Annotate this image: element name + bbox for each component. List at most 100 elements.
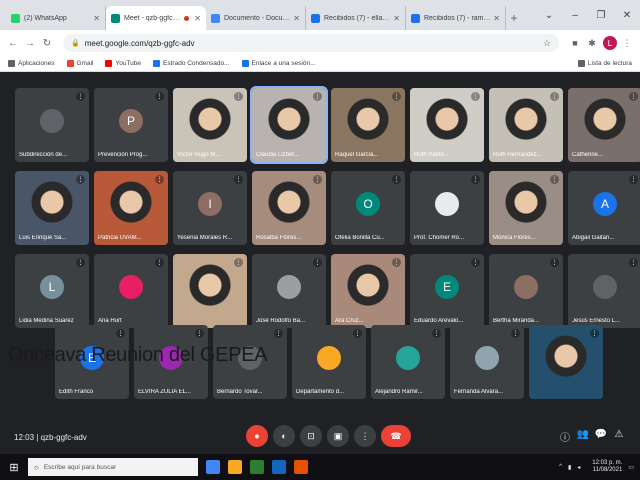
windows-start-icon[interactable]: ⊞ xyxy=(6,461,22,474)
participant-tile[interactable]: L ⋮ Lidia Medina Suarez xyxy=(15,254,89,328)
participant-tile[interactable]: ⋮ Jesús Ernesto L... xyxy=(568,254,640,328)
tile-options-icon[interactable]: ⋮ xyxy=(550,175,559,184)
bookmark-youtube[interactable]: YouTube xyxy=(105,60,141,67)
close-tab-icon[interactable]: ✕ xyxy=(93,14,100,23)
back-button[interactable]: ← xyxy=(6,38,20,49)
participant-tile[interactable]: ⋮ Ruth Hernández... xyxy=(489,88,563,162)
tile-options-icon[interactable]: ⋮ xyxy=(392,92,401,101)
captions-button[interactable]: ⊡ xyxy=(300,425,322,447)
tab-inbox-2[interactable]: Recibidos (7) - ramurai... ✕ xyxy=(406,6,506,30)
participant-tile[interactable]: ⋮ Víctor Hugo M... xyxy=(173,88,247,162)
tile-options-icon[interactable]: ⋮ xyxy=(234,175,243,184)
participant-tile[interactable]: O ⋮ Ofelia Bonilla Cu... xyxy=(331,171,405,245)
tile-options-icon[interactable]: ⋮ xyxy=(195,329,204,338)
tab-document[interactable]: Documento - Docum... ✕ xyxy=(206,6,306,30)
end-call-button[interactable]: ☎ xyxy=(381,425,411,447)
close-window-button[interactable]: ✕ xyxy=(614,10,640,21)
bookmark-enlace[interactable]: Enlace a una sesión... xyxy=(241,60,316,67)
powerpoint-icon[interactable] xyxy=(294,460,308,474)
tile-options-icon[interactable]: ⋮ xyxy=(353,329,362,338)
tile-options-icon[interactable]: ⋮ xyxy=(76,175,85,184)
close-tab-icon[interactable]: ✕ xyxy=(293,14,300,23)
tab-meet[interactable]: Meet - qzb-ggfc-adv ✕ xyxy=(106,6,206,30)
camera-permission-icon[interactable]: ■ xyxy=(568,38,582,48)
bookmark-star-icon[interactable]: ☆ xyxy=(543,38,551,49)
tray-clock[interactable]: 12:03 p. m. 11/08/2021 xyxy=(586,460,622,474)
microphone-button[interactable]: ● xyxy=(246,425,268,447)
tab-search-icon[interactable]: ⌄ xyxy=(536,10,562,21)
lock-icon[interactable]: 🔒 xyxy=(71,39,80,47)
close-tab-icon[interactable]: ✕ xyxy=(194,14,201,23)
minimize-button[interactable]: – xyxy=(562,10,588,21)
task-view-icon[interactable] xyxy=(206,460,220,474)
forward-button[interactable]: → xyxy=(23,38,37,49)
tile-options-icon[interactable]: ⋮ xyxy=(550,92,559,101)
tile-options-icon[interactable]: ⋮ xyxy=(313,175,322,184)
file-explorer-icon[interactable] xyxy=(228,460,242,474)
participant-tile[interactable]: ⋮ Luis Enrique Sa... xyxy=(15,171,89,245)
participant-tile[interactable]: ⋮ Catherine... xyxy=(568,88,640,162)
participant-tile[interactable]: I ⋮ Yesenia Morales R... xyxy=(173,171,247,245)
tile-options-icon[interactable]: ⋮ xyxy=(155,92,164,101)
tile-options-icon[interactable]: ⋮ xyxy=(511,329,520,338)
participant-tile[interactable]: ⋮ Patricia UVAM... xyxy=(94,171,168,245)
people-icon[interactable]: 👥 xyxy=(574,429,592,444)
maximize-button[interactable]: ❐ xyxy=(588,10,614,21)
extensions-icon[interactable]: ✱ xyxy=(585,38,599,49)
participant-tile[interactable]: ⋮ Fernanda Alvara... xyxy=(450,325,524,399)
tab-whatsapp[interactable]: (2) WhatsApp ✕ xyxy=(6,6,106,30)
tile-options-icon[interactable]: ⋮ xyxy=(392,175,401,184)
notification-icon[interactable]: ▭ xyxy=(628,464,634,471)
participant-tile[interactable]: E ⋮ Eduardo Arevalo... xyxy=(410,254,484,328)
participant-tile[interactable]: ⋮ José Rodolfo Ba... xyxy=(252,254,326,328)
tile-options-icon[interactable]: ⋮ xyxy=(313,258,322,267)
participant-tile[interactable]: ⋮ Rosalba Flores... xyxy=(252,171,326,245)
more-options-button[interactable]: ⋮ xyxy=(354,425,376,447)
participant-tile[interactable]: ⋮ Alejandro Ramir... xyxy=(371,325,445,399)
participant-tile[interactable]: ⋮ Departamento d... xyxy=(292,325,366,399)
participant-tile[interactable]: ⋮ Prof. Chomer Ro... xyxy=(410,171,484,245)
activities-icon[interactable]: ⚠ xyxy=(610,429,628,444)
tile-options-icon[interactable]: ⋮ xyxy=(629,175,638,184)
bookmark-gmail[interactable]: Gmail xyxy=(66,60,93,67)
tile-options-icon[interactable]: ⋮ xyxy=(76,92,85,101)
tile-options-icon[interactable]: ⋮ xyxy=(629,92,638,101)
profile-avatar[interactable]: L xyxy=(603,36,617,50)
bookmark-estrado[interactable]: Estrado Condensado... xyxy=(153,60,230,67)
tile-options-icon[interactable]: ⋮ xyxy=(274,329,283,338)
tab-inbox-1[interactable]: Recibidos (7) - ellacrupo... ✕ xyxy=(306,6,406,30)
participant-tile[interactable]: A ⋮ Abigail Gaitan... xyxy=(568,171,640,245)
participant-tile[interactable]: ⋮ Bertha Miranda... xyxy=(489,254,563,328)
taskbar-search-box[interactable]: ○ Escribe aquí para buscar xyxy=(28,458,198,476)
chrome-icon[interactable] xyxy=(250,460,264,474)
participant-tile[interactable]: ⋮ Ruth Pablo... xyxy=(410,88,484,162)
tile-options-icon[interactable]: ⋮ xyxy=(234,258,243,267)
tile-options-icon[interactable]: ⋮ xyxy=(76,258,85,267)
tile-options-icon[interactable]: ⋮ xyxy=(234,92,243,101)
tile-options-icon[interactable]: ⋮ xyxy=(116,329,125,338)
tile-options-icon[interactable]: ⋮ xyxy=(471,258,480,267)
tile-options-icon[interactable]: ⋮ xyxy=(392,258,401,267)
participant-tile[interactable]: ⋮ Mónica Flores... xyxy=(489,171,563,245)
tile-options-icon[interactable]: ⋮ xyxy=(590,329,599,338)
participant-tile[interactable]: ⋮ Claudia Lizbet... xyxy=(250,86,328,164)
tile-options-icon[interactable]: ⋮ xyxy=(550,258,559,267)
camera-button[interactable]: ◐ xyxy=(273,425,295,447)
participant-tile[interactable]: ⋮ Subdirección de... xyxy=(15,88,89,162)
tile-options-icon[interactable]: ⋮ xyxy=(155,175,164,184)
menu-icon[interactable]: ⋮ xyxy=(620,38,634,49)
tile-options-icon[interactable]: ⋮ xyxy=(313,92,322,101)
participant-tile[interactable]: ⋮ Ara Cruz... xyxy=(331,254,405,328)
volume-icon[interactable]: ◂ xyxy=(577,464,580,471)
participant-tile[interactable]: ⋮ xyxy=(529,325,603,399)
tile-options-icon[interactable]: ⋮ xyxy=(432,329,441,338)
tray-expand-icon[interactable]: ^ xyxy=(559,464,562,470)
new-tab-button[interactable]: + xyxy=(506,6,522,30)
present-button[interactable]: ▣ xyxy=(327,425,349,447)
tile-options-icon[interactable]: ⋮ xyxy=(629,258,638,267)
address-bar[interactable]: 🔒 meet.google.com/qzb-ggfc-adv ☆ xyxy=(63,34,559,52)
tile-options-icon[interactable]: ⋮ xyxy=(155,258,164,267)
participant-tile[interactable]: ⋮ Ana Hurt xyxy=(94,254,168,328)
network-icon[interactable]: ▮ xyxy=(568,464,571,471)
participant-tile[interactable]: P ⋮ Prevención Prog... xyxy=(94,88,168,162)
